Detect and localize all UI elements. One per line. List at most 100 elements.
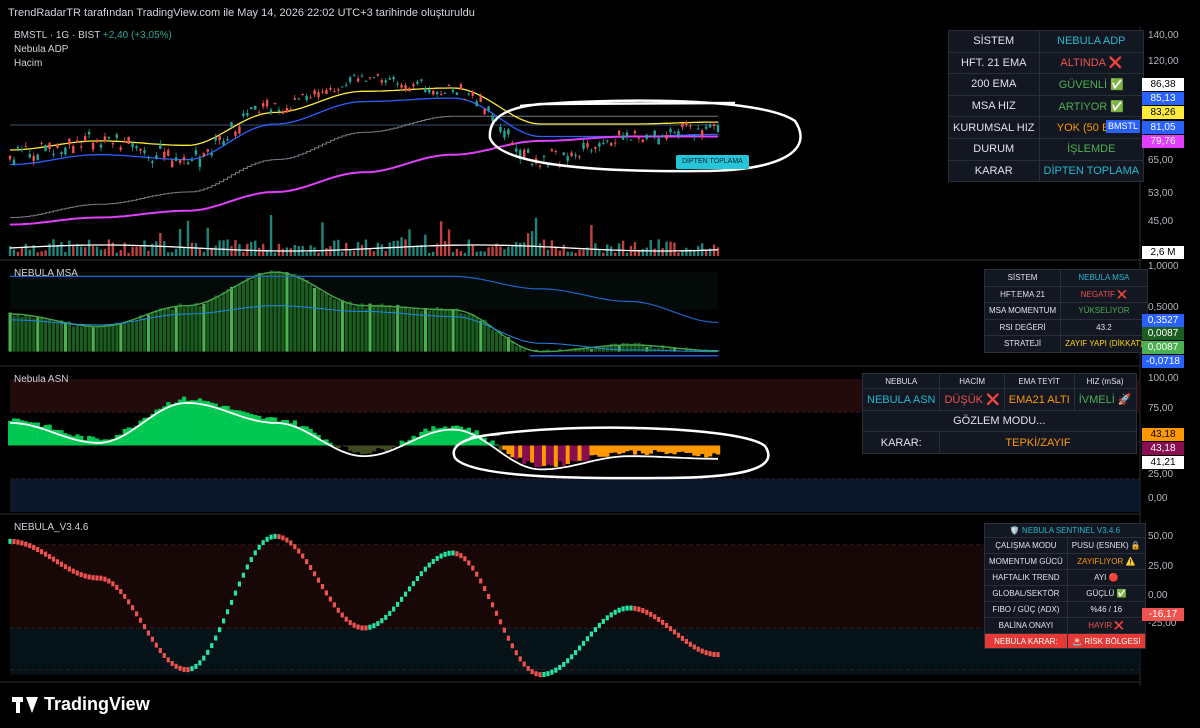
v3-panel-label[interactable]: NEBULA_V3.4.6 [14, 522, 89, 533]
v3-marker [554, 667, 558, 673]
candle-body [602, 143, 605, 145]
msa-bar [423, 307, 428, 352]
v3-marker [716, 652, 720, 658]
v3-marker [8, 538, 12, 544]
candle-body [447, 84, 451, 86]
symbol-tag: BMSTL [1106, 120, 1140, 133]
volume-bar [685, 247, 688, 256]
msa-bar [71, 326, 75, 352]
volume-bar [368, 248, 372, 256]
tradingview-logo-icon [12, 696, 38, 713]
v3-marker [574, 650, 578, 656]
indicator-nebula-adp[interactable]: Nebula ADP [14, 43, 172, 57]
volume-bar [16, 251, 20, 256]
candle-body [277, 109, 281, 112]
asn-bar [35, 422, 40, 446]
candle-body [396, 83, 399, 85]
candle-body [360, 75, 364, 77]
candle-body [190, 159, 194, 162]
v3-marker [376, 621, 380, 627]
v3-marker [150, 636, 154, 642]
asn-bar [47, 424, 52, 446]
asn-bar [593, 445, 598, 455]
msa-bar [91, 327, 95, 352]
chart-area[interactable]: BMSTL · 1G · BIST +2,40 (+3,05%) Nebula … [0, 26, 1200, 699]
v3-marker [550, 669, 554, 675]
asn-oversold-zone [10, 478, 1140, 512]
volume-bar [139, 246, 142, 256]
v3-marker [514, 650, 518, 656]
dipten-toplama-annotation[interactable]: DİPTEN TOPLAMA [676, 155, 749, 169]
volume-bar [317, 252, 320, 256]
candle-body [598, 143, 601, 147]
v3-marker [127, 599, 131, 605]
v3-marker [672, 629, 677, 635]
v3-marker [265, 536, 269, 542]
asn-bar [597, 445, 602, 457]
asn-bar [273, 417, 278, 446]
main-y-tick: 65,00 [1148, 155, 1174, 166]
msa-bar [8, 312, 12, 352]
candle-body [625, 132, 629, 137]
v3-marker [32, 544, 36, 550]
indicator-volume[interactable]: Hacim [14, 57, 172, 71]
asn-panel-label[interactable]: Nebula ASN [14, 374, 68, 385]
v3-marker [79, 572, 83, 578]
candle-body [155, 155, 158, 159]
candle-body [578, 156, 581, 158]
asn-price-tag: 43,18 [1142, 428, 1184, 441]
v3-upper-zone [10, 544, 1140, 628]
volume-bar [491, 246, 494, 256]
v3-marker [111, 581, 115, 587]
sentinel-key: ÇALIŞMA MODU [984, 537, 1068, 554]
msa-bar [297, 275, 301, 352]
candle-body [700, 130, 704, 137]
candle-body [716, 125, 720, 132]
msa-bar [570, 350, 574, 352]
v3-marker [435, 555, 439, 561]
asn-bar [189, 400, 195, 446]
candle-body [613, 142, 617, 144]
candle-body [325, 89, 328, 95]
symbol-label[interactable]: BMSTL · 1G · BIST [14, 30, 100, 41]
main-price-tag: 81,05 [1142, 121, 1184, 134]
v3-marker [566, 658, 570, 664]
msa-panel-label[interactable]: NEBULA MSA [14, 268, 78, 279]
asn-bar [530, 445, 535, 463]
volume-bar [633, 242, 637, 256]
v3-marker [178, 665, 182, 671]
msa-panel-value: ZAYIF YAPI (DİKKAT) [1060, 335, 1148, 353]
msa-bar [214, 295, 218, 352]
v3-marker [696, 646, 700, 652]
volume-bar [558, 250, 561, 256]
v3-marker [494, 610, 499, 616]
asn-bar [545, 445, 551, 465]
volume-bar [60, 242, 63, 256]
volume-bar [376, 242, 380, 256]
v3-marker [138, 617, 143, 623]
v3-marker [653, 614, 657, 620]
tradingview-brand[interactable]: TradingView [12, 694, 150, 715]
asn-bar [91, 436, 96, 446]
v3-marker [182, 666, 186, 672]
v3-marker [490, 602, 495, 608]
volume-bar [613, 252, 617, 256]
main-panel-row: HFT. 21 EMA ALTINDA ❌ [948, 51, 1145, 75]
volume-bar [281, 248, 285, 256]
msa-bar [111, 325, 115, 352]
v3-marker [471, 565, 475, 571]
asn-bar [668, 445, 673, 454]
v3-marker [641, 608, 645, 614]
msa-bar [241, 281, 246, 352]
v3-marker [411, 581, 416, 587]
candle-body [372, 77, 376, 79]
volume-bar [52, 239, 55, 256]
main-panel-value: GÜVENLİ ✅ [1038, 73, 1145, 96]
asn-bar [276, 421, 282, 446]
candle-body [364, 80, 368, 82]
asn-bar [162, 406, 167, 446]
candle-body [511, 142, 514, 145]
v3-marker [585, 636, 590, 642]
main-panel-key: KARAR [948, 159, 1040, 183]
volume-bar [471, 245, 474, 256]
